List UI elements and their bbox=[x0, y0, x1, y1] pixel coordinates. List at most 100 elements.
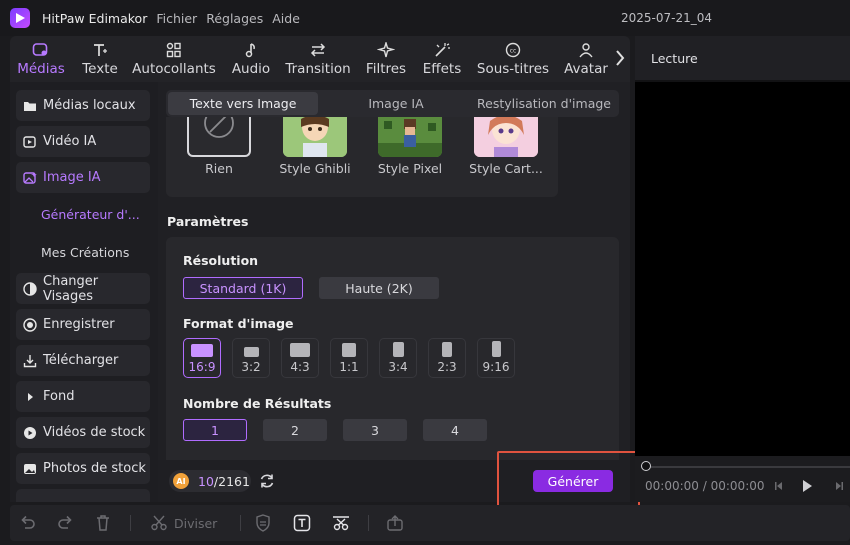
highlight-annotation bbox=[497, 451, 640, 507]
ratio-16-9-button[interactable]: 16:9 bbox=[183, 338, 221, 378]
redo-icon[interactable] bbox=[56, 514, 74, 530]
sidebar-item-partial[interactable] bbox=[16, 489, 150, 502]
playback-scrubber[interactable] bbox=[645, 466, 850, 468]
sidebar-item-medias-locaux[interactable]: Médias locaux bbox=[16, 90, 150, 121]
tab-label: Avatar bbox=[564, 61, 608, 77]
refresh-icon[interactable] bbox=[258, 472, 276, 490]
title-bar: HitPaw Edimakor Fichier Réglages Aide 20… bbox=[0, 0, 850, 36]
avatar-icon bbox=[579, 43, 593, 58]
step-forward-icon[interactable] bbox=[833, 480, 845, 492]
sidebar-item-enregistrer[interactable]: Enregistrer bbox=[16, 309, 150, 340]
tab-audio[interactable]: Audio bbox=[230, 36, 272, 82]
text-box-icon[interactable] bbox=[293, 514, 311, 532]
style-presets: Rien Style Ghibli Style Pixel Style Cart… bbox=[166, 117, 558, 197]
timeline-toolbar: Diviser bbox=[10, 505, 850, 541]
tab-label: Audio bbox=[231, 61, 271, 77]
tab-image-ia[interactable]: Image IA bbox=[326, 92, 466, 115]
ai-coin-icon: AI bbox=[173, 473, 189, 489]
sidebar-item-label: Changer Visages bbox=[43, 273, 99, 304]
sidebar: Médias locaux Vidéo IA Image IA Générate… bbox=[10, 82, 158, 502]
generator-panel: Texte vers Image Image IA Restylisation … bbox=[158, 82, 630, 460]
results-3-button[interactable]: 3 bbox=[343, 419, 407, 441]
menu-fichier[interactable]: Fichier bbox=[156, 11, 197, 26]
tab-transition[interactable]: Transition bbox=[285, 36, 351, 82]
preview-header: Lecture bbox=[635, 36, 850, 80]
results-4-button[interactable]: 4 bbox=[423, 419, 487, 441]
tab-effets[interactable]: Effets bbox=[422, 36, 462, 82]
sidebar-item-fond[interactable]: Fond bbox=[16, 381, 150, 412]
style-card-pixel[interactable] bbox=[378, 117, 442, 157]
step-back-icon[interactable] bbox=[773, 480, 785, 492]
app-title: HitPaw Edimakor bbox=[42, 10, 148, 26]
style-card-ghibli[interactable] bbox=[283, 117, 347, 157]
effects-wand-icon bbox=[435, 43, 450, 57]
cut-trim-icon[interactable] bbox=[331, 514, 351, 532]
sidebar-item-photos-de-stock[interactable]: Photos de stock bbox=[16, 453, 150, 484]
sidebar-item-changer-visages[interactable]: Changer Visages bbox=[16, 273, 150, 304]
sparkle-icon bbox=[377, 42, 395, 58]
results-1-button[interactable]: 1 bbox=[183, 419, 247, 441]
ratio-label: 4:3 bbox=[290, 360, 310, 374]
text-icon bbox=[94, 44, 107, 56]
sidebar-item-label: Photos de stock bbox=[43, 461, 146, 476]
total-time: 00:00:00 bbox=[710, 479, 765, 493]
tab-restylisation[interactable]: Restylisation d'image bbox=[471, 92, 617, 115]
tab-label: Autocollants bbox=[132, 61, 216, 77]
video-ai-icon bbox=[23, 135, 37, 149]
cartoon-thumbnail-icon bbox=[474, 117, 538, 157]
split-button[interactable]: Diviser bbox=[150, 514, 217, 532]
pixel-thumbnail-icon bbox=[378, 117, 442, 157]
menu-aide[interactable]: Aide bbox=[272, 11, 300, 26]
shield-icon[interactable] bbox=[255, 514, 271, 532]
ratio-shape-icon bbox=[290, 343, 310, 357]
sidebar-sub-generateur[interactable]: Générateur d'... bbox=[41, 207, 140, 222]
style-card-cartoon[interactable] bbox=[474, 117, 538, 157]
ratio-shape-icon bbox=[243, 347, 259, 357]
play-icon[interactable] bbox=[801, 479, 813, 493]
sidebar-item-videos-de-stock[interactable]: Vidéos de stock bbox=[16, 417, 150, 448]
subtitles-icon: cc bbox=[505, 42, 521, 58]
app-logo-icon bbox=[10, 8, 30, 28]
resolution-high-button[interactable]: Haute (2K) bbox=[319, 277, 439, 299]
timecode: 00:00:00 / 00:00:00 bbox=[645, 479, 765, 493]
ratio-label: 9:16 bbox=[482, 360, 510, 374]
tab-sous-titres[interactable]: cc Sous-titres bbox=[476, 36, 550, 82]
tab-texte-vers-image[interactable]: Texte vers Image bbox=[168, 92, 318, 115]
scrubber-handle[interactable] bbox=[641, 461, 651, 471]
style-card-none[interactable] bbox=[187, 117, 251, 157]
resolution-standard-button[interactable]: Standard (1K) bbox=[183, 277, 303, 299]
tab-autocollants[interactable]: Autocollants bbox=[132, 36, 216, 82]
tab-label: Effets bbox=[422, 61, 462, 77]
tab-medias[interactable]: Médias bbox=[17, 36, 65, 82]
results-2-button[interactable]: 2 bbox=[263, 419, 327, 441]
chevron-right-icon[interactable] bbox=[614, 48, 626, 68]
sidebar-item-image-ia[interactable]: Image IA bbox=[16, 162, 150, 193]
sidebar-item-telecharger[interactable]: Télécharger bbox=[16, 345, 150, 376]
sidebar-item-label: Image IA bbox=[43, 170, 101, 185]
sidebar-sub-mes-creations[interactable]: Mes Créations bbox=[41, 245, 129, 260]
credits-used: 10 bbox=[198, 473, 214, 489]
ratio-4-3-button[interactable]: 4:3 bbox=[281, 338, 319, 378]
tab-filtres[interactable]: Filtres bbox=[366, 36, 406, 82]
tab-avatar[interactable]: Avatar bbox=[564, 36, 608, 82]
main-toolbar: Médias Texte Autocollants Audio Transiti… bbox=[10, 36, 630, 82]
ratio-9-16-button[interactable]: 9:16 bbox=[477, 338, 515, 378]
delete-icon[interactable] bbox=[94, 514, 112, 532]
sidebar-item-label: Enregistrer bbox=[43, 317, 115, 332]
face-swap-icon bbox=[23, 281, 37, 296]
tab-label: Texte bbox=[82, 61, 118, 77]
ratio-shape-icon bbox=[442, 342, 452, 357]
none-icon bbox=[204, 117, 234, 138]
tab-texte[interactable]: Texte bbox=[80, 36, 120, 82]
ratio-3-2-button[interactable]: 3:2 bbox=[232, 338, 270, 378]
menu-reglages[interactable]: Réglages bbox=[206, 11, 263, 26]
export-icon[interactable] bbox=[386, 514, 404, 532]
ratio-1-1-button[interactable]: 1:1 bbox=[330, 338, 368, 378]
transition-arrows-icon bbox=[310, 43, 326, 57]
credits-badge: AI 10 /2161 bbox=[169, 470, 251, 492]
sidebar-item-video-ia[interactable]: Vidéo IA bbox=[16, 126, 150, 157]
undo-icon[interactable] bbox=[19, 514, 37, 530]
record-icon bbox=[23, 317, 37, 332]
ratio-3-4-button[interactable]: 3:4 bbox=[379, 338, 417, 378]
ratio-2-3-button[interactable]: 2:3 bbox=[428, 338, 466, 378]
